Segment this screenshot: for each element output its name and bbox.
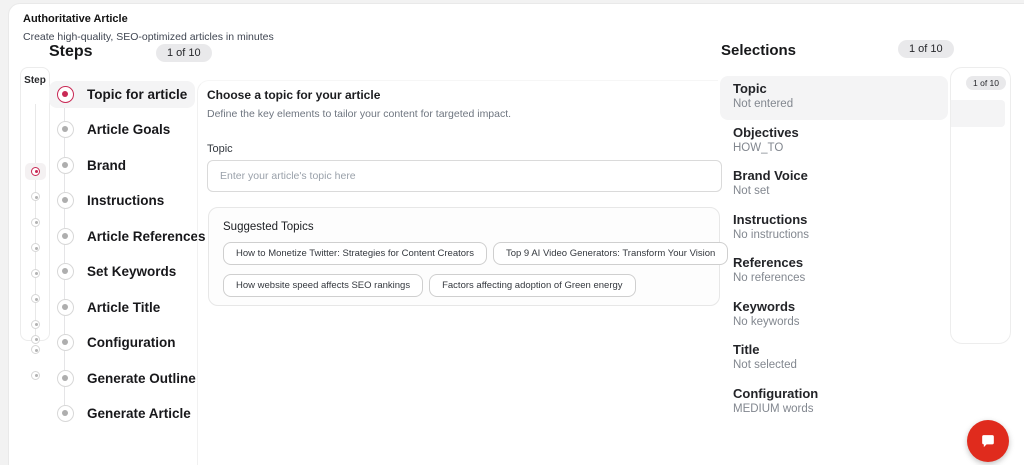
mini-step-dot-icon[interactable] [31,345,40,354]
step-circle-icon [57,263,74,281]
step-label: Article Goals [87,122,171,138]
suggested-topic-chip[interactable]: Top 9 AI Video Generators: Transform You… [492,242,729,265]
selection-value: Not entered [733,98,794,110]
step-circle-icon [57,369,74,387]
selection-title: Brand Voice [733,168,808,183]
step-label: Instructions [87,193,165,209]
step-label: Brand [87,157,127,173]
step-label: Generate Outline [87,370,196,386]
side-panel-progress-badge: 1 of 10 [966,76,1006,90]
page-subtitle: Create high-quality, SEO-optimized artic… [23,31,274,43]
selection-value: Not selected [733,359,797,371]
suggested-topics-heading: Suggested Topics [223,221,314,233]
step-item-references[interactable]: Article References [49,219,209,255]
selection-value: Not set [733,185,770,197]
clipped-side-panel: 1 of 10 [950,67,1011,344]
selection-item-references[interactable]: References No references [720,250,948,294]
step-circle-icon [57,298,74,316]
step-item-goals[interactable]: Article Goals [49,112,209,148]
selection-item-title[interactable]: Title Not selected [720,337,948,381]
app-card: Authoritative Article Create high-qualit… [8,3,1024,465]
step-item-keywords[interactable]: Set Keywords [49,254,209,290]
step-item-title[interactable]: Article Title [49,290,209,326]
step-label: Set Keywords [87,264,177,280]
step-circle-icon [57,121,74,139]
steps-list: Topic for article Article Goals Brand In… [49,77,209,432]
selections-list: Topic Not entered Objectives HOW_TO Bran… [720,76,948,424]
steps-progress-badge: 1 of 10 [156,44,212,62]
step-item-brand[interactable]: Brand [49,148,209,184]
suggested-topic-chip[interactable]: How to Monetize Twitter: Strategies for … [223,242,487,265]
topic-field-label: Topic [207,143,233,155]
mini-step-dot-icon[interactable] [31,294,40,303]
step-circle-icon [57,85,74,103]
mini-step-dot-icon[interactable] [31,166,40,176]
mini-step-dot-icon[interactable] [31,334,40,344]
mini-step-dot-icon[interactable] [31,268,40,278]
step-circle-icon [57,192,74,210]
selections-heading: Selections [721,42,797,59]
step-item-topic[interactable]: Topic for article [49,77,209,113]
step-circle-icon [57,334,74,352]
mini-step-dot-icon[interactable] [31,192,40,201]
selection-item-brand-voice[interactable]: Brand Voice Not set [720,163,948,207]
selection-value: No instructions [733,228,810,241]
suggested-topics-card: Suggested Topics How to Monetize Twitter… [208,207,729,306]
step-circle-icon [57,405,74,423]
step-label: Configuration [87,335,176,351]
selection-value: HOW_TO [733,141,784,154]
mini-stepper-label: Step [24,75,46,86]
step-circle-icon [57,227,74,245]
page-title: Authoritative Article [23,13,128,25]
side-panel-highlight-block [951,100,1005,127]
section-heading: Choose a topic for your article [207,88,381,102]
selection-item-configuration[interactable]: Configuration MEDIUM words [720,381,948,425]
selection-title: Topic [733,81,767,96]
step-circle-icon [57,156,74,174]
topic-input[interactable] [207,160,722,192]
selection-item-objectives[interactable]: Objectives HOW_TO [720,120,948,164]
section-description: Define the key elements to tailor your c… [207,108,512,120]
step-item-generate-outline[interactable]: Generate Outline [49,361,209,397]
selection-value: MEDIUM words [733,402,814,415]
speech-bubble-icon [978,431,998,451]
suggested-topics-row: How website speed affects SEO rankings F… [223,274,705,297]
step-item-generate-article[interactable]: Generate Article [49,396,209,432]
suggested-topics-row: How to Monetize Twitter: Strategies for … [223,242,729,265]
mini-step-dot-icon[interactable] [31,243,40,252]
step-label: Generate Article [87,406,191,422]
step-label: Article References [87,228,206,244]
chat-launcher-button[interactable] [967,420,1009,462]
mini-step-dot-icon[interactable] [31,319,40,329]
selection-value: No keywords [733,315,800,328]
suggested-topic-chip[interactable]: Factors affecting adoption of Green ener… [429,274,636,297]
steps-heading: Steps [49,43,93,60]
selection-item-keywords[interactable]: Keywords No keywords [720,294,948,338]
selection-item-instructions[interactable]: Instructions No instructions [720,207,948,251]
selection-value: No references [733,272,806,284]
selections-progress-badge: 1 of 10 [898,40,954,58]
selection-item-topic[interactable]: Topic Not entered [720,76,948,120]
step-label: Topic for article [87,86,188,102]
selection-title: Keywords [733,298,796,314]
selection-title: Objectives [733,124,799,140]
mini-step-dot-icon[interactable] [31,217,40,227]
selection-title: Title [733,342,760,357]
selection-title: References [733,255,804,270]
step-label: Article Title [87,299,161,315]
mini-stepper-rail: Step [20,67,50,380]
selection-title: Instructions [733,211,808,227]
mini-step-dot-icon[interactable] [31,370,40,380]
step-item-instructions[interactable]: Instructions [49,183,209,219]
step-item-configuration[interactable]: Configuration [49,325,209,361]
suggested-topic-chip[interactable]: How website speed affects SEO rankings [223,274,424,297]
selection-title: Configuration [733,385,819,401]
